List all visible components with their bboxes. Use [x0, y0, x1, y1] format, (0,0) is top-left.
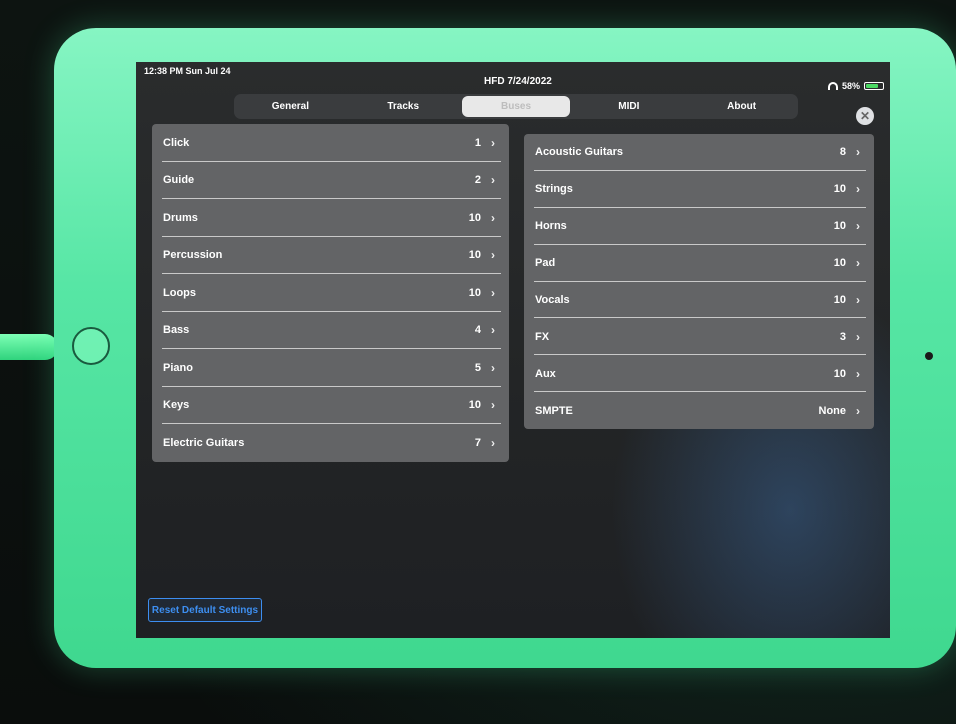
bus-value: 10	[468, 211, 481, 224]
chevron-right-icon: ›	[856, 366, 860, 381]
chevron-right-icon: ›	[491, 285, 495, 300]
chevron-right-icon: ›	[491, 360, 495, 375]
left-bus-list: Click 1 › Guide 2 › Drums 10 › Percussion 10 › Loops…	[152, 124, 509, 462]
right-bus-list: Acoustic Guitars 8 › Strings 10 › Horns 10 › Pad 1…	[524, 134, 874, 430]
charging-cable	[0, 334, 58, 360]
bus-value: 5	[474, 361, 481, 374]
bus-name: FX	[535, 330, 550, 343]
close-button[interactable]: ✕	[856, 107, 874, 125]
battery-percent: 58%	[841, 81, 860, 91]
tab-tracks[interactable]: Tracks	[349, 96, 458, 117]
screen: 12:38 PM Sun Jul 24 HFD 7/24/2022 58% Ge…	[136, 62, 890, 638]
bus-value: 10	[468, 249, 481, 262]
bus-row-bass[interactable]: Bass 4 ›	[152, 312, 509, 350]
bus-name: Horns	[535, 220, 567, 233]
status-time: 12:38 PM Sun Jul 24	[144, 66, 231, 76]
bus-row-piano[interactable]: Piano 5 ›	[152, 349, 509, 387]
bus-row-aux[interactable]: Aux 10 ›	[524, 355, 874, 393]
bus-name: Pad	[535, 257, 556, 270]
chevron-right-icon: ›	[856, 329, 860, 344]
bus-row-percussion[interactable]: Percussion 10 ›	[152, 237, 509, 275]
bus-value: 10	[833, 367, 846, 380]
tab-general[interactable]: General	[236, 96, 345, 117]
bus-row-click[interactable]: Click 1 ›	[152, 124, 509, 162]
camera-dot	[925, 352, 933, 360]
home-button[interactable]	[72, 327, 110, 365]
bus-row-keys[interactable]: Keys 10 ›	[152, 387, 509, 425]
chevron-right-icon: ›	[491, 323, 495, 338]
bus-row-vocals[interactable]: Vocals 10 ›	[524, 282, 874, 319]
bus-name: SMPTE	[535, 404, 573, 417]
bus-row-loops[interactable]: Loops 10 ›	[152, 274, 509, 312]
bus-value: 8	[839, 146, 846, 159]
tab-midi[interactable]: MIDI	[574, 96, 683, 117]
tab-about[interactable]: About	[687, 96, 796, 117]
tab-buses[interactable]: Buses	[461, 96, 571, 117]
bus-value: 1	[474, 136, 481, 149]
bus-value: 7	[474, 436, 481, 449]
bus-value: 10	[833, 220, 846, 233]
bus-name: Piano	[163, 361, 193, 374]
chevron-right-icon: ›	[491, 210, 495, 225]
bus-row-smpte[interactable]: SMPTE None ›	[524, 392, 874, 429]
chevron-right-icon: ›	[491, 398, 495, 413]
bus-name: Strings	[535, 183, 573, 196]
reset-default-settings-button[interactable]: Reset Default Settings	[148, 598, 262, 622]
bus-name: Click	[163, 136, 190, 149]
battery-icon	[864, 82, 884, 90]
bus-value: 10	[833, 294, 846, 306]
chevron-right-icon: ›	[856, 256, 860, 271]
bus-name: Aux	[535, 367, 556, 380]
bus-name: Percussion	[163, 249, 223, 262]
bus-value: 3	[839, 330, 846, 343]
bus-row-strings[interactable]: Strings 10 ›	[524, 171, 874, 208]
bus-name: Electric Guitars	[163, 436, 245, 449]
bus-name: Loops	[163, 286, 196, 299]
bus-value: None	[818, 404, 847, 417]
bus-name: Keys	[163, 399, 190, 412]
session-title: HFD 7/24/2022	[484, 76, 552, 87]
bus-name: Drums	[163, 211, 198, 224]
chevron-right-icon: ›	[491, 435, 495, 450]
bus-value: 10	[468, 286, 481, 299]
chevron-right-icon: ›	[491, 173, 495, 188]
bus-name: Acoustic Guitars	[535, 146, 624, 159]
bus-row-pad[interactable]: Pad 10 ›	[524, 245, 874, 282]
bus-value: 10	[833, 257, 846, 270]
bus-name: Bass	[163, 324, 190, 337]
chevron-right-icon: ›	[856, 145, 860, 160]
chevron-right-icon: ›	[856, 403, 860, 418]
bus-row-drums[interactable]: Drums 10 ›	[152, 199, 509, 237]
bus-row-fx[interactable]: FX 3 ›	[524, 318, 874, 356]
bus-row-electric-guitars[interactable]: Electric Guitars 7 ›	[152, 424, 509, 462]
status-bar: 12:38 PM Sun Jul 24 HFD 7/24/2022 58%	[136, 62, 890, 91]
wifi-icon	[827, 82, 838, 90]
chevron-right-icon: ›	[856, 219, 860, 234]
bus-row-horns[interactable]: Horns 10 ›	[524, 208, 874, 245]
bus-name: Vocals	[535, 294, 570, 306]
chevron-right-icon: ›	[491, 248, 495, 263]
settings-tabs: General Tracks Buses MIDI About	[234, 94, 798, 119]
status-indicators: 58%	[827, 81, 884, 91]
bus-row-acoustic-guitars[interactable]: Acoustic Guitars 8 ›	[524, 134, 874, 171]
bus-row-guide[interactable]: Guide 2 ›	[152, 162, 509, 200]
bus-value: 10	[833, 183, 846, 196]
bus-name: Guide	[163, 174, 195, 187]
bus-value: 10	[468, 399, 481, 412]
chevron-right-icon: ›	[856, 182, 860, 197]
chevron-right-icon: ›	[856, 293, 860, 307]
bus-value: 4	[474, 324, 481, 337]
bus-value: 2	[474, 174, 481, 187]
chevron-right-icon: ›	[491, 135, 495, 150]
